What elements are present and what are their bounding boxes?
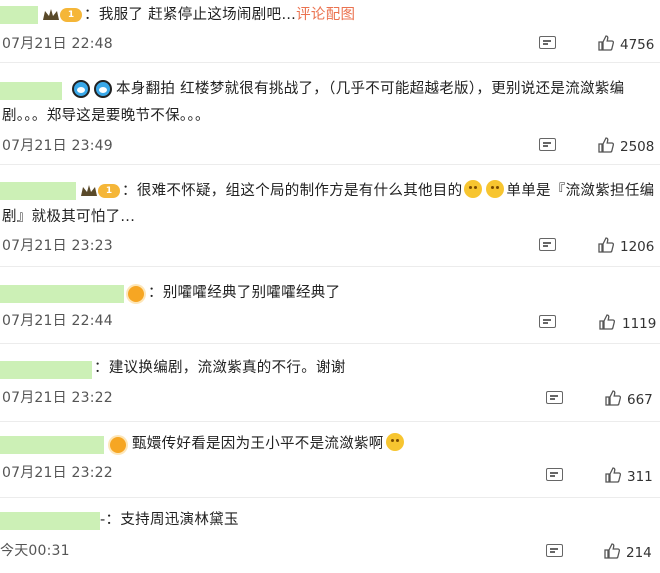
comment-body: 我服了 赶紧停止这场闹剧吧…	[98, 7, 297, 23]
divider	[0, 266, 660, 267]
like-count: 1206	[620, 239, 655, 255]
reply-icon[interactable]	[539, 238, 556, 251]
thumbs-up-icon[interactable]	[597, 236, 615, 254]
divider	[0, 497, 660, 498]
comment-text-line1: 本身翻拍 红楼梦就很有挑战了，（几乎不可能超越老版），更别说还是流潋紫编	[116, 81, 625, 97]
username-mask[interactable]	[0, 361, 92, 379]
comment-text: ：我服了 赶紧停止这场闹剧吧…评论配图	[84, 2, 355, 28]
comment-text-line1: ：很难不怀疑，组这个局的制作方是有什么其他目的 单单是『流潋紫担任编	[122, 178, 654, 204]
comment-body: 很难不怀疑，组这个局的制作方是有什么其他目的	[136, 183, 463, 199]
thumbs-up-icon[interactable]	[604, 389, 622, 407]
reply-icon[interactable]	[539, 138, 556, 151]
emoji-icon	[94, 80, 112, 98]
comment-5: ：建议换编剧，流潋紫真的不行。谢谢 07月21日 23:22 667	[0, 352, 660, 418]
comment-body: 建议换编剧，流潋紫真的不行。谢谢	[108, 360, 346, 376]
comment-text-line2: 剧』就极其可怕了...	[2, 209, 136, 225]
comment-7: -：支持周迅演林黛玉 今天00:31 214	[0, 506, 660, 572]
like-count: 4756	[620, 37, 655, 53]
reply-icon[interactable]	[546, 544, 563, 557]
level-badge: 1	[98, 184, 120, 198]
member-badge-icon	[110, 437, 126, 453]
comment-body: 别嚯嚯经典了别嚯嚯经典了	[162, 285, 341, 301]
reply-icon[interactable]	[546, 468, 563, 481]
thumbs-up-icon[interactable]	[597, 136, 615, 154]
reply-icon[interactable]	[546, 391, 563, 404]
comment-body: 甄嬛传好看是因为王小平不是流潋紫啊	[132, 436, 384, 452]
emoji-icon	[486, 180, 505, 198]
like-count: 667	[627, 392, 653, 408]
comment-body: 单单是『流潋紫担任编	[506, 183, 655, 199]
comment-separator: ：	[94, 360, 109, 376]
comment-text: 甄嬛传好看是因为王小平不是流潋紫啊	[132, 431, 406, 457]
comment-time: 07月21日 23:22	[2, 390, 113, 406]
comment-2: 本身翻拍 红楼梦就很有挑战了，（几乎不可能超越老版），更别说还是流潋紫编 剧。。…	[0, 72, 660, 162]
crown-badge-icon	[43, 9, 59, 20]
divider	[0, 62, 660, 63]
divider	[0, 164, 660, 165]
reply-icon[interactable]	[539, 315, 556, 328]
username-mask[interactable]	[0, 512, 100, 530]
thumbs-up-icon[interactable]	[597, 34, 615, 52]
comment-text: -：支持周迅演林黛玉	[100, 507, 239, 533]
username-mask[interactable]	[0, 82, 62, 100]
comment-time: 07月21日 22:44	[2, 313, 113, 329]
like-count: 311	[627, 469, 653, 485]
username-mask[interactable]	[0, 182, 76, 200]
comment-6: 甄嬛传好看是因为王小平不是流潋紫啊 07月21日 23:22 311	[0, 430, 660, 494]
view-image-link[interactable]: 评论配图	[296, 7, 355, 23]
comment-3: 1 ：很难不怀疑，组这个局的制作方是有什么其他目的 单单是『流潋紫担任编 剧』就极…	[0, 174, 660, 264]
comment-separator: ：	[148, 285, 163, 301]
level-badge: 1	[60, 8, 82, 22]
divider	[0, 421, 660, 422]
emoji-icon	[72, 80, 90, 98]
comment-time: 07月21日 23:49	[2, 138, 113, 154]
comment-time: 07月21日 23:22	[2, 465, 113, 481]
member-badge-icon	[128, 286, 144, 302]
username-mask[interactable]	[0, 6, 38, 24]
comment-separator: ：	[122, 183, 137, 199]
comment-separator: -：	[100, 512, 121, 528]
comment-time: 07月21日 23:23	[2, 238, 113, 254]
comment-time: 07月21日 22:48	[2, 36, 113, 52]
username-mask[interactable]	[0, 285, 124, 303]
like-count: 214	[626, 545, 652, 561]
thumbs-up-icon[interactable]	[604, 466, 622, 484]
comment-text-line2: 剧。。。郑导这是要晚节不保。。。	[2, 108, 210, 124]
reply-icon[interactable]	[539, 36, 556, 49]
emoji-icon	[385, 433, 404, 451]
comment-body: 支持周迅演林黛玉	[120, 512, 239, 528]
comment-time: 今天00:31	[0, 543, 70, 559]
comment-text: ：别嚯嚯经典了别嚯嚯经典了	[148, 280, 340, 306]
like-count: 2508	[620, 139, 655, 155]
emoji-icon	[464, 180, 483, 198]
username-mask[interactable]	[0, 436, 104, 454]
comment-4: ：别嚯嚯经典了别嚯嚯经典了 07月21日 22:44 1119	[0, 276, 660, 340]
thumbs-up-icon[interactable]	[598, 313, 616, 331]
divider	[0, 343, 660, 344]
crown-badge-icon	[81, 185, 97, 196]
thumbs-up-icon[interactable]	[603, 542, 621, 560]
comment-text: ：建议换编剧，流潋紫真的不行。谢谢	[94, 355, 346, 381]
like-count: 1119	[622, 316, 657, 332]
comment-1: 1 ：我服了 赶紧停止这场闹剧吧…评论配图 07月21日 22:48 4756	[0, 0, 660, 60]
comment-separator: ：	[84, 7, 99, 23]
